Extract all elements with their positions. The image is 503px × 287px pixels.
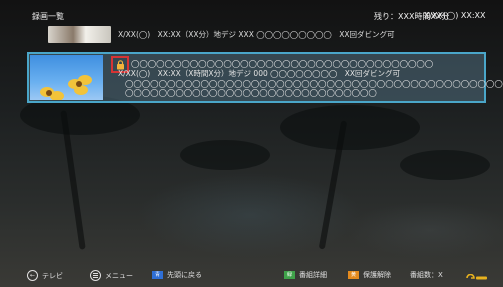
green-key-label: 番組詳細 <box>299 271 327 279</box>
recording-thumbnail <box>30 55 103 100</box>
yellow-key-icon: 黄 <box>348 271 359 279</box>
blue-key-button[interactable]: 青 先頭に戻る <box>152 270 202 280</box>
tv-label: テレビ <box>42 271 63 280</box>
yellow-key-label: 保護解除 <box>363 271 391 279</box>
recording-description: ◯◯◯◯◯◯◯◯◯◯◯◯◯◯◯◯◯◯◯◯◯◯◯◯◯◯◯◯◯◯◯◯◯◯◯◯◯◯◯◯… <box>125 79 503 88</box>
back-to-tv-button[interactable]: ← テレビ <box>27 270 63 281</box>
program-count: 番組数：X <box>410 270 443 280</box>
green-key-icon: 緑 <box>284 271 295 279</box>
program-count-label: 番組数：X <box>410 271 443 279</box>
recording-title: ◯◯◯◯◯◯◯◯◯◯◯◯◯◯◯◯◯◯◯◯◯◯◯◯◯◯◯◯◯◯◯◯◯◯◯◯ <box>131 59 434 68</box>
yellow-key-button[interactable]: 黄 保護解除 <box>348 270 391 280</box>
green-key-button[interactable]: 緑 番組詳細 <box>284 270 327 280</box>
page-title: 録画一覧 <box>32 12 64 21</box>
recording-description: ◯◯◯◯◯◯◯◯◯◯◯◯◯◯◯◯◯◯◯◯◯◯◯◯◯◯◯◯◯◯ <box>125 88 377 97</box>
recording-meta: X/XX(◯) XX:XX（X時間X分）地デジ 000 ◯◯◯◯◯◯◯◯ XX回… <box>118 69 401 78</box>
recording-item[interactable]: X/XX(◯) XX:XX（XX分）地デジ XXX ◯◯◯◯◯◯◯◯◯ XX回ダ… <box>48 25 488 44</box>
recording-meta: X/XX(◯) XX:XX（XX分）地デジ XXX ◯◯◯◯◯◯◯◯◯ XX回ダ… <box>118 30 395 39</box>
menu-label: メニュー <box>105 271 133 280</box>
brand-logo-icon <box>466 274 487 280</box>
footer-guide: ← テレビ メニュー 青 先頭に戻る 緑 番組詳細 黄 保護解除 番組数：X <box>0 268 503 284</box>
recording-thumbnail <box>48 26 111 43</box>
blue-key-label: 先頭に戻る <box>167 271 202 279</box>
menu-button[interactable]: メニュー <box>90 270 133 281</box>
menu-icon <box>90 270 101 281</box>
blue-key-icon: 青 <box>152 271 163 279</box>
back-arrow-icon: ← <box>27 270 38 281</box>
current-datetime: X/XX(◯) XX:XX <box>424 11 486 20</box>
recording-item-selected[interactable]: ◯◯◯◯◯◯◯◯◯◯◯◯◯◯◯◯◯◯◯◯◯◯◯◯◯◯◯◯◯◯◯◯◯◯◯◯ X/X… <box>27 52 503 103</box>
